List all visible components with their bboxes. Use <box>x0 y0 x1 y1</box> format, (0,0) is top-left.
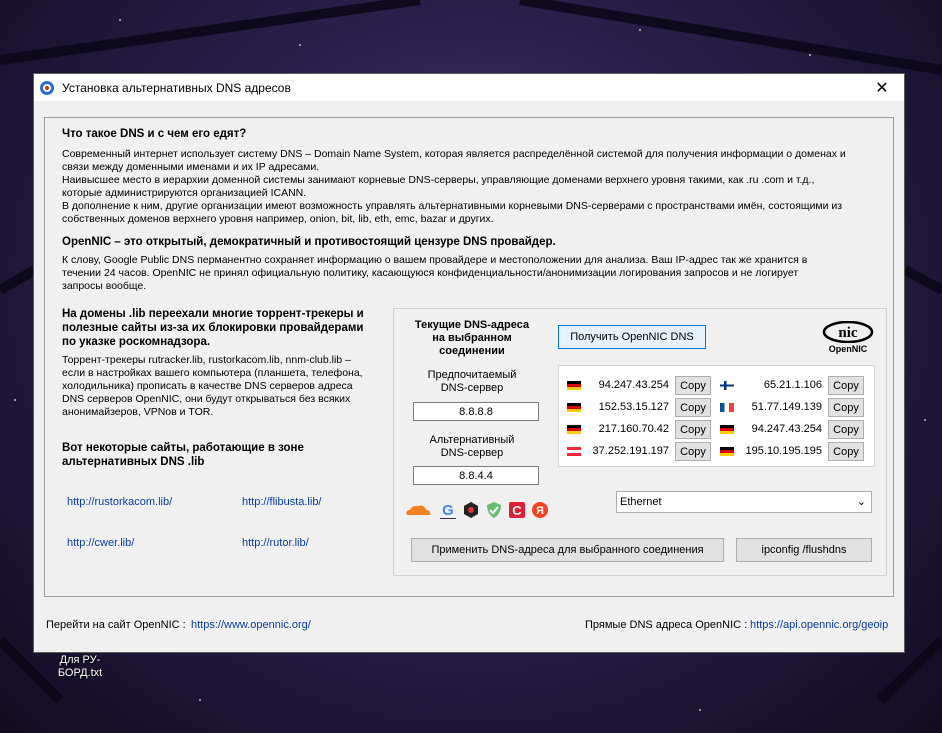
comss-icon[interactable]: C <box>508 501 526 519</box>
text-line: DNS-сервер <box>440 447 504 459</box>
copy-button[interactable]: Copy <box>828 398 864 417</box>
copy-button[interactable]: Copy <box>675 376 711 395</box>
chevron-down-icon: ⌄ <box>856 496 866 508</box>
opennic-logo-icon: nic <box>822 320 874 344</box>
title-bar[interactable]: Установка альтернативных DNS адресов ✕ <box>34 74 904 101</box>
text-line: На домены .lib переехали многие торрент-… <box>62 308 364 320</box>
close-button[interactable]: ✕ <box>860 74 904 101</box>
server-ip: 217.160.70.42 <box>598 423 669 435</box>
text-line: Современный интернет использует систему … <box>62 148 846 160</box>
connection-select-value: Ethernet <box>620 496 662 508</box>
server-ip: 65.21.1.106 <box>763 379 822 391</box>
server-ip: 37.252.191.197 <box>592 445 669 457</box>
copy-button[interactable]: Copy <box>828 420 864 439</box>
desktop-file-label[interactable]: Для РУ-БОРД.txt <box>40 654 120 680</box>
text-line: течении 24 часов. OpenNIC не принял офиц… <box>62 267 799 279</box>
link-rutor[interactable]: http://rutor.lib/ <box>242 537 309 549</box>
footer-opennic-link[interactable]: https://www.opennic.org/ <box>191 619 311 631</box>
quad9-icon[interactable] <box>462 501 480 519</box>
alternate-dns-label: Альтернативный DNS-сервер <box>402 434 542 460</box>
lib-description: Торрент-трекеры rutracker.lib, rustorkac… <box>62 354 392 419</box>
text-line: запросы вообще. <box>62 280 147 292</box>
preferred-dns-label: Предпочитаемый DNS-сервер <box>402 369 542 395</box>
server-ip: 94.247.43.254 <box>598 379 669 391</box>
svg-text:G: G <box>442 502 454 519</box>
server-ip: 94.247.43.254 <box>751 423 822 435</box>
flushdns-button[interactable]: ipconfig /flushdns <box>736 538 872 562</box>
text-line: если в настройках вашего компьютера (пла… <box>62 367 363 379</box>
current-dns-label: Текущие DNS-адреса на выбранном соединен… <box>402 319 542 358</box>
svg-text:Я: Я <box>536 505 544 517</box>
svg-text:C: C <box>512 503 522 518</box>
text-line: DNS-сервер <box>440 382 504 394</box>
text-line: Торрент-трекеры rutracker.lib, rustorkac… <box>62 354 351 366</box>
window-title: Установка альтернативных DNS адресов <box>62 80 291 95</box>
svg-text:nic: nic <box>838 325 858 341</box>
text-line: собственных доменов верхнего уровня напр… <box>62 213 494 225</box>
cloudflare-icon[interactable] <box>404 503 432 517</box>
close-icon: ✕ <box>875 79 889 97</box>
text-line: полезные сайты из-за их блокировки прова… <box>62 322 364 334</box>
server-ip: 152.53.15.127 <box>598 401 669 413</box>
preferred-dns-field[interactable]: 8.8.8.8 <box>413 402 539 421</box>
footer-opennic-label: Перейти на сайт OpenNIC : <box>46 619 186 631</box>
text-line: связи между доменными именами и их IP ад… <box>62 161 320 173</box>
adguard-icon[interactable] <box>485 501 503 519</box>
text-line: которые администрируются организацией IC… <box>62 187 307 199</box>
text-line: холодильника) прописать в качестве DNS с… <box>62 380 353 392</box>
opennic-heading: OpenNIC – это открытый, демократичный и … <box>62 236 556 248</box>
text-line: альтернативных DNS .lib <box>62 456 205 468</box>
copy-button[interactable]: Copy <box>675 442 711 461</box>
main-group-box: Что такое DNS и с чем его едят? Современ… <box>44 117 894 597</box>
text-line: соединении <box>439 345 505 357</box>
text-line: Предпочитаемый <box>427 369 517 381</box>
text-line: В дополнение к ним, другие организации и… <box>62 200 843 212</box>
opennic-description: К слову, Google Public DNS перманентно с… <box>62 254 892 293</box>
text-line: по указке роскомнадзора. <box>62 336 211 348</box>
text-line: Вот некоторые сайты, работающие в зоне <box>62 442 304 454</box>
connection-select[interactable]: Ethernet ⌄ <box>616 491 872 513</box>
server-ip: 51.77.149.139 <box>751 401 822 413</box>
dns-setup-window: Установка альтернативных DNS адресов ✕ Ч… <box>33 73 905 653</box>
app-globe-icon <box>40 80 54 95</box>
footer-api-label: Прямые DNS адреса OpenNIC : <box>585 619 748 631</box>
text-line: Текущие DNS-адреса <box>414 319 530 331</box>
lib-heading: На домены .lib переехали многие торрент-… <box>62 307 382 349</box>
text-line: Альтернативный <box>429 434 515 446</box>
text-line: на выбранном <box>432 332 512 344</box>
link-rustorkacom[interactable]: http://rustorkacom.lib/ <box>67 496 172 508</box>
server-ip: 195.10.195.195 <box>745 445 822 457</box>
google-icon[interactable]: G <box>439 501 457 519</box>
opennic-logo: nic OpenNIC <box>822 320 874 354</box>
apply-dns-button[interactable]: Применить DNS-адреса для выбранного соед… <box>411 538 724 562</box>
yandex-icon[interactable]: Я <box>531 501 549 519</box>
lib-sites-heading: Вот некоторые сайты, работающие в зоне а… <box>62 441 382 469</box>
dns-heading: Что такое DNS и с чем его едят? <box>62 128 247 140</box>
alternate-dns-field[interactable]: 8.8.4.4 <box>413 466 539 485</box>
text-line: анонимайзеров, VPNов и TOR. <box>62 406 214 418</box>
link-flibusta[interactable]: http://flibusta.lib/ <box>242 496 322 508</box>
copy-button[interactable]: Copy <box>828 442 864 461</box>
get-opennic-dns-button[interactable]: Получить OpenNIC DNS <box>558 325 706 349</box>
footer-api-link[interactable]: https://api.opennic.org/geoip <box>750 619 888 631</box>
text-line: Наивысшее место в иерархии доменной сист… <box>62 174 815 186</box>
opennic-logo-text: OpenNIC <box>828 344 868 354</box>
copy-button[interactable]: Copy <box>828 376 864 395</box>
text-line: К слову, Google Public DNS перманентно с… <box>62 254 808 266</box>
link-cwer[interactable]: http://cwer.lib/ <box>67 537 134 549</box>
dns-description: Современный интернет использует систему … <box>62 148 892 226</box>
copy-button[interactable]: Copy <box>675 398 711 417</box>
opennic-servers-list: 94.247.43.254 Copy 152.53.15.127 Copy 21… <box>558 365 875 467</box>
dns-panel: Текущие DNS-адреса на выбранном соединен… <box>393 308 887 576</box>
text-line: DNS серверов OpenNIC, они будут открыват… <box>62 393 351 405</box>
copy-button[interactable]: Copy <box>675 420 711 439</box>
